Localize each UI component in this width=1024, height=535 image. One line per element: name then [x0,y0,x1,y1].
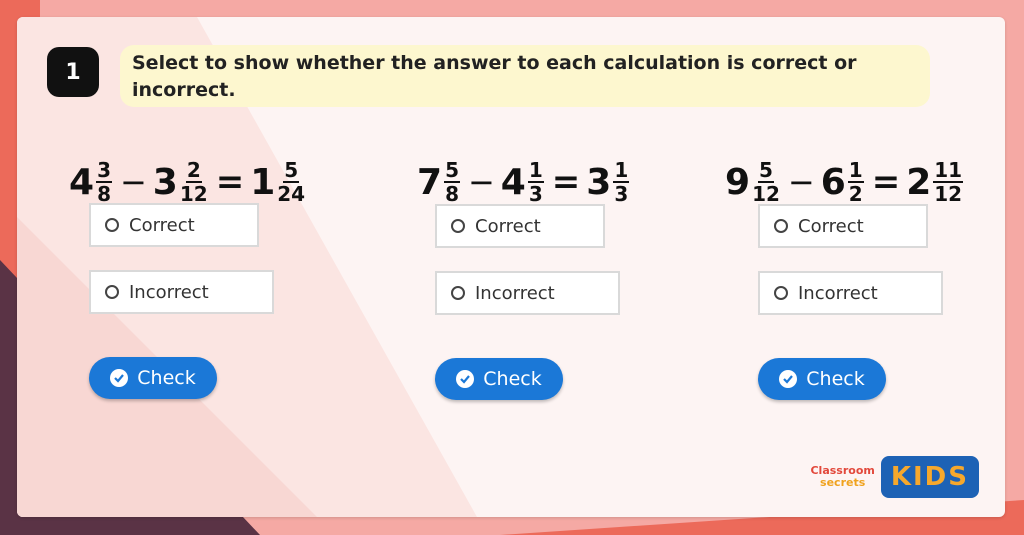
question-card: 1 Select to show whether the answer to e… [17,17,1005,517]
fraction: 58 [444,158,460,206]
option-correct-1[interactable]: Correct [89,203,259,247]
fraction: 5 12 [752,158,780,206]
check-label: Check [483,368,542,390]
minus-sign: − [119,163,147,201]
mixed-number-whole: 1 [250,161,276,203]
check-label: Check [806,368,865,390]
option-label: Incorrect [798,282,878,304]
radio-icon[interactable] [774,286,788,300]
calculation-3: 9 5 12 − 6 12 = 2 11 12 [725,152,965,212]
mixed-number-whole: 4 [500,161,526,203]
fraction: 11 12 [933,158,964,206]
mixed-number-whole: 3 [152,161,178,203]
check-button-3[interactable]: Check [758,358,886,400]
mixed-number-whole: 4 [69,161,95,203]
radio-icon[interactable] [105,285,119,299]
option-label: Incorrect [129,281,209,303]
option-label: Correct [129,214,195,236]
checkmark-icon [456,370,475,388]
radio-icon[interactable] [451,219,465,233]
radio-icon[interactable] [774,219,788,233]
calculation-2: 7 58 − 4 13 = 3 13 [417,152,631,212]
brand-logo: Classroom secrets KIDS [810,455,979,499]
equals-sign: = [215,162,245,202]
question-prompt: Select to show whether the answer to eac… [120,45,930,107]
check-button-1[interactable]: Check [89,357,217,399]
fraction: 12 [847,158,864,206]
mixed-number-whole: 6 [820,161,846,203]
equals-sign: = [871,162,901,202]
fraction: 2 12 [179,158,208,206]
option-incorrect-2[interactable]: Incorrect [435,271,620,315]
check-label: Check [137,367,196,389]
question-number-badge: 1 [47,47,99,97]
radio-icon[interactable] [105,218,119,232]
kids-logo: KIDS [880,456,979,498]
classroom-secrets-logo: Classroom secrets [810,464,875,489]
minus-sign: − [787,163,815,201]
option-correct-3[interactable]: Correct [758,204,928,248]
mixed-number-whole: 7 [417,161,443,203]
option-correct-2[interactable]: Correct [435,204,605,248]
option-incorrect-1[interactable]: Incorrect [89,270,274,314]
option-label: Correct [475,215,541,237]
fraction: 13 [527,158,544,206]
fraction: 38 [96,158,112,206]
radio-icon[interactable] [451,286,465,300]
checkmark-icon [779,370,798,388]
fraction: 13 [613,158,630,206]
fraction: 5 24 [277,158,306,206]
mixed-number-whole: 3 [586,161,612,203]
option-label: Correct [798,215,864,237]
option-label: Incorrect [475,282,555,304]
mixed-number-whole: 2 [906,161,932,203]
option-incorrect-3[interactable]: Incorrect [758,271,943,315]
minus-sign: − [467,163,495,201]
checkmark-icon [110,369,129,387]
mixed-number-whole: 9 [725,161,751,203]
check-button-2[interactable]: Check [435,358,563,400]
equals-sign: = [551,162,581,202]
